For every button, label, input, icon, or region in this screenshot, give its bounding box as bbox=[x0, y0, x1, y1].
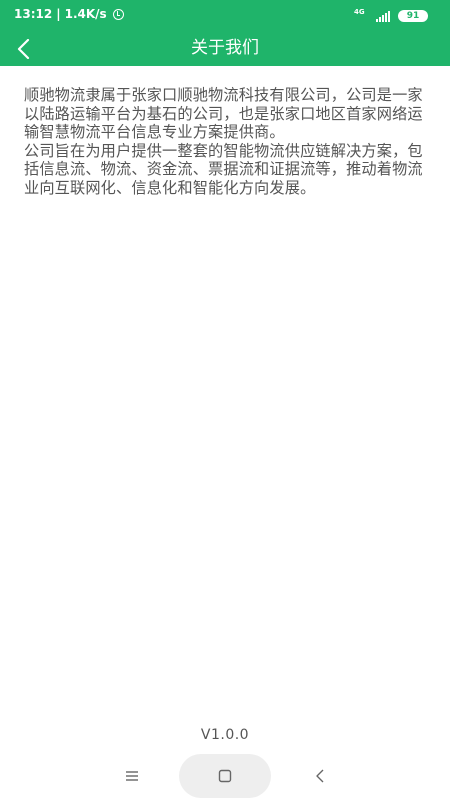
status-right: 4G 91 bbox=[354, 9, 428, 23]
battery-icon: 91 bbox=[398, 10, 428, 22]
nav-home-button[interactable] bbox=[179, 754, 271, 798]
alarm-clock-icon bbox=[112, 8, 124, 20]
signal-strength-icon bbox=[376, 10, 390, 22]
triangle-back-icon bbox=[316, 769, 324, 783]
menu-icon bbox=[126, 771, 138, 781]
system-nav-bar bbox=[0, 752, 450, 800]
status-separator: | bbox=[56, 7, 61, 21]
about-paragraph: 顺驰物流隶属于张家口顺驰物流科技有限公司，公司是一家以陆路运输平台为基石的公司，… bbox=[24, 86, 423, 142]
about-us-screen: 13:12 | 1.4K/s 4G 91 关于我们 顺驰物流隶属于张家口顺驰物流 bbox=[0, 0, 450, 800]
status-time: 13:12 bbox=[14, 7, 53, 21]
version-label: V1.0.0 bbox=[200, 727, 250, 743]
page-title: 关于我们 bbox=[191, 38, 259, 58]
about-paragraph: 公司旨在为用户提供一整套的智能物流供应链解决方案，包括信息流、物流、资金流、票据… bbox=[24, 141, 423, 197]
app-header: 关于我们 bbox=[0, 30, 450, 66]
status-left: 13:12 | 1.4K/s bbox=[14, 7, 124, 21]
status-bar: 13:12 | 1.4K/s 4G 91 bbox=[0, 0, 450, 30]
nav-back-button[interactable] bbox=[298, 752, 342, 800]
network-type-label: 4G bbox=[354, 8, 365, 16]
about-content: 顺驰物流隶属于张家口顺驰物流科技有限公司，公司是一家以陆路运输平台为基石的公司，… bbox=[24, 86, 428, 198]
nav-menu-button[interactable] bbox=[110, 752, 154, 800]
network-speed: 1.4K/s bbox=[64, 7, 107, 21]
square-home-icon bbox=[218, 769, 232, 783]
